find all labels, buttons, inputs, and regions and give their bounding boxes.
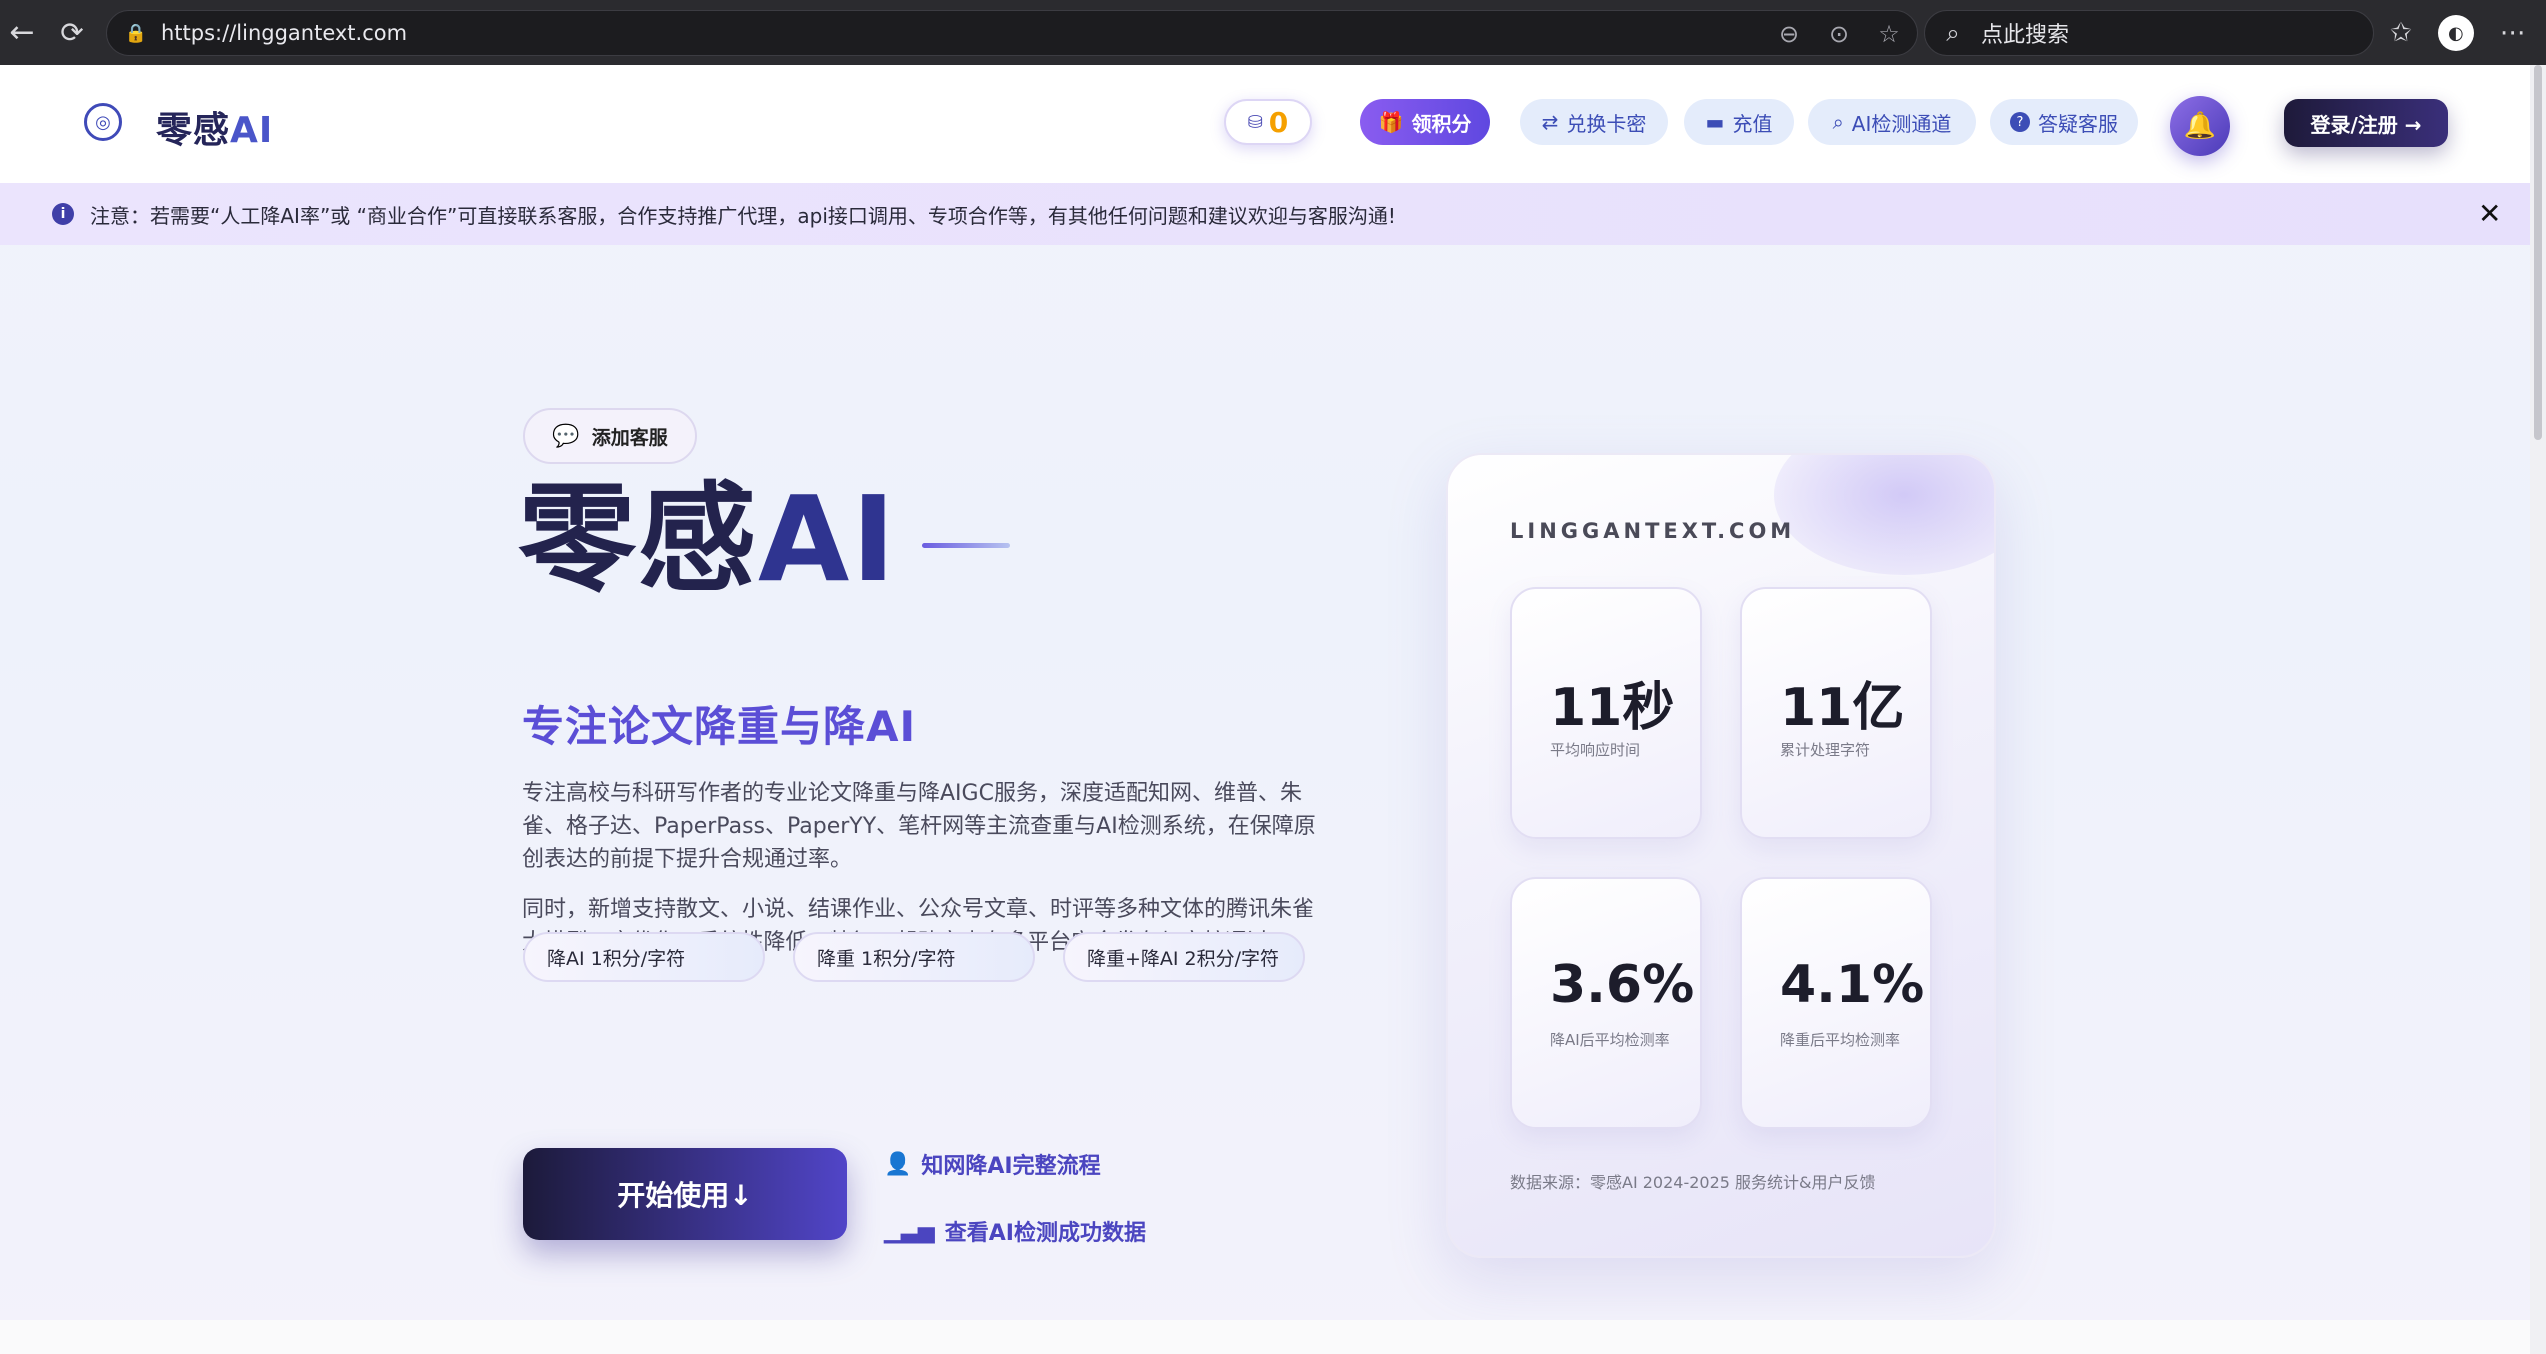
login-button[interactable]: 登录/注册 → — [2284, 99, 2448, 147]
get-points-label: 领积分 — [1411, 111, 1472, 136]
ai-detect-button[interactable]: ⌕ AI检测通道 — [1808, 99, 1976, 145]
card-glow — [1774, 455, 1994, 575]
hero-title: 零感AI — [518, 480, 897, 598]
notice-text: 注意：若需要“人工降AI率”或 “商业合作”可直接联系客服，合作支持推广代理，a… — [90, 203, 1396, 228]
logo-text-ai: AI — [230, 110, 274, 151]
zoom-out-icon[interactable]: ⊖ — [1771, 20, 1807, 48]
hero-title-ai: AI — [758, 470, 898, 608]
coins-value: 0 — [1268, 105, 1289, 139]
stat-processed-chars: 11亿 累计处理字符 — [1740, 587, 1932, 839]
site-header: ◎ 零感AI ⛁ 0 🎁 领积分 ⇄ 兑换卡密 ▬ 充值 ⌕ AI检测通道 ? … — [0, 65, 2530, 183]
support-label: 答疑客服 — [2038, 111, 2118, 136]
next-section-edge — [0, 1320, 2530, 1354]
rate-pill-dedup: 降重 1积分/字符 — [793, 932, 1035, 982]
redeem-card-label: 兑换卡密 — [1566, 111, 1647, 136]
browser-search-box[interactable]: ⌕ 点此搜索 — [1924, 10, 2374, 56]
hero-description-1: 专注高校与科研写作者的专业论文降重与降AIGC服务，深度适配知网、维普、朱雀、格… — [522, 781, 1316, 872]
search-placeholder: 点此搜索 — [1981, 23, 2070, 48]
get-points-button[interactable]: 🎁 领积分 — [1360, 99, 1490, 145]
redeem-card-button[interactable]: ⇄ 兑换卡密 — [1520, 99, 1668, 145]
add-support-label: 添加客服 — [591, 426, 668, 449]
stat-label: 降重后平均检测率 — [1780, 1031, 1901, 1049]
close-icon[interactable]: ✕ — [2478, 197, 2501, 230]
data-source-note: 数据来源：零感AI 2024-2025 服务统计&用户反馈 — [1510, 1173, 1876, 1192]
recharge-button[interactable]: ▬ 充值 — [1684, 99, 1794, 145]
notice-banner: i 注意：若需要“人工降AI率”或 “商业合作”可直接联系客服，合作支持推广代理… — [0, 183, 2530, 245]
title-accent-line — [922, 543, 1010, 548]
site-info-icon[interactable]: 🔒 — [115, 23, 157, 44]
stat-value: 11亿 — [1780, 678, 1905, 738]
stat-value: 3.6% — [1550, 955, 1695, 1015]
stat-dedup-rate: 4.1% 降重后平均检测率 — [1740, 877, 1932, 1129]
logo-icon[interactable]: ◎ — [84, 103, 122, 141]
cnki-process-label: 知网降AI完整流程 — [921, 1154, 1101, 1179]
cnki-process-link[interactable]: 👤 知网降AI完整流程 — [884, 1148, 1101, 1180]
hero-title-main: 零感 — [518, 470, 759, 608]
stat-ai-rate: 3.6% 降AI后平均检测率 — [1510, 877, 1702, 1129]
exchange-icon: ⇄ — [1541, 110, 1559, 134]
bell-icon[interactable]: 🔔 — [2170, 96, 2230, 156]
back-icon[interactable]: ← — [0, 11, 44, 55]
url-text[interactable]: https://linggantext.com — [161, 21, 407, 45]
recharge-label: 充值 — [1732, 111, 1773, 136]
page-scrollbar[interactable] — [2530, 65, 2546, 1354]
hero-subtitle: 专注论文降重与降AI — [522, 702, 917, 751]
detect-data-link[interactable]: ▁▃▅ 查看AI检测成功数据 — [884, 1215, 1146, 1247]
info-icon: i — [52, 203, 74, 225]
add-support-button[interactable]: 💬 添加客服 — [523, 408, 697, 464]
coins-balance[interactable]: ⛁ 0 — [1224, 99, 1312, 145]
start-button[interactable]: 开始使用↓ — [523, 1148, 847, 1240]
search-icon: ⌕ — [1832, 110, 1844, 134]
address-bar[interactable]: 🔒 https://linggantext.com ⊖ ⊙ ☆ — [106, 10, 1918, 56]
favorites-icon[interactable]: ✩ — [2390, 18, 2412, 48]
stat-response-time: 11秒 平均响应时间 — [1510, 587, 1702, 839]
gift-icon: 🎁 — [1378, 110, 1404, 134]
stat-label: 累计处理字符 — [1780, 741, 1871, 759]
reload-icon[interactable]: ⟳ — [50, 11, 94, 55]
search-icon: ⌕ — [1946, 19, 1960, 47]
browser-toolbar: ← ⟳ 🔒 https://linggantext.com ⊖ ⊙ ☆ ⌕ 点此… — [0, 0, 2546, 65]
stat-value: 11秒 — [1550, 678, 1675, 738]
wallet-icon: ▬ — [1705, 110, 1725, 134]
stat-value: 4.1% — [1780, 955, 1925, 1015]
signal-bars-icon: ▁▃▅ — [884, 1218, 935, 1244]
scrollbar-thumb[interactable] — [2534, 65, 2542, 440]
rate-pill-ai: 降AI 1积分/字符 — [523, 932, 765, 982]
stat-label: 平均响应时间 — [1550, 741, 1641, 759]
logo-text[interactable]: 零感AI — [156, 101, 273, 153]
profile-avatar[interactable]: ◐ — [2437, 15, 2474, 51]
page: ◎ 零感AI ⛁ 0 🎁 领积分 ⇄ 兑换卡密 ▬ 充值 ⌕ AI检测通道 ? … — [0, 65, 2530, 1354]
logo-text-main: 零感 — [156, 110, 231, 151]
reader-icon[interactable]: ⊙ — [1821, 20, 1857, 48]
favorite-star-icon[interactable]: ☆ — [1871, 20, 1907, 48]
stats-card: LINGGANTEXT.COM 11秒 平均响应时间 11亿 累计处理字符 3.… — [1446, 453, 1996, 1258]
more-menu-icon[interactable]: ⋯ — [2500, 18, 2526, 48]
card-domain: LINGGANTEXT.COM — [1510, 519, 1796, 543]
rate-pill-combo: 降重+降AI 2积分/字符 — [1063, 932, 1305, 982]
stat-label: 降AI后平均检测率 — [1550, 1031, 1670, 1049]
support-button[interactable]: ? 答疑客服 — [1990, 99, 2138, 145]
wechat-icon: 💬 — [552, 423, 580, 449]
user-guide-icon: 👤 — [884, 1151, 912, 1177]
ai-detect-label: AI检测通道 — [1851, 111, 1952, 136]
coins-icon: ⛁ — [1247, 111, 1263, 133]
help-icon: ? — [2010, 112, 2030, 132]
detect-data-label: 查看AI检测成功数据 — [944, 1221, 1146, 1246]
